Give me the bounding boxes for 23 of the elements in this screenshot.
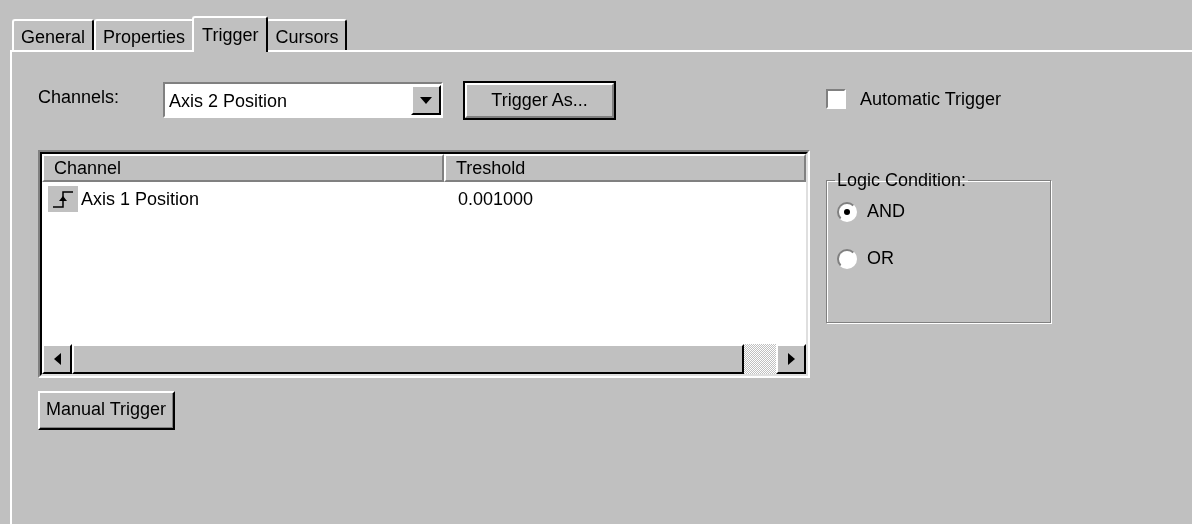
checkbox-label[interactable]: Automatic Trigger: [860, 85, 1002, 113]
radio-button[interactable]: [837, 248, 857, 269]
tab[interactable]: General: [12, 19, 95, 50]
rising-edge-icon: [48, 186, 78, 212]
scroll-left-icon[interactable]: [42, 344, 72, 374]
tab[interactable]: Properties: [94, 19, 195, 50]
tab[interactable]: Cursors: [266, 19, 348, 50]
manual-trigger-button[interactable]: Manual Trigger: [38, 391, 176, 430]
radio-label[interactable]: OR: [867, 245, 894, 272]
channels-dropdown[interactable]: Axis 2 Position: [163, 82, 443, 118]
table-cell: 0.001000: [458, 188, 534, 209]
checkbox[interactable]: [826, 89, 846, 109]
table-cell-text: Axis 1 Position: [81, 187, 200, 211]
radio-label[interactable]: AND: [867, 198, 905, 225]
radio-button[interactable]: [837, 201, 857, 222]
field-label: Channels:: [38, 85, 121, 109]
trigger-as-button[interactable]: Trigger As...: [463, 80, 616, 120]
scroll-right-icon[interactable]: [776, 344, 806, 374]
column-header[interactable]: Treshold: [444, 154, 806, 182]
scrollbar-thumb[interactable]: [72, 344, 744, 374]
tab[interactable]: Trigger: [192, 16, 269, 52]
column-header[interactable]: Channel: [42, 154, 444, 182]
group-title: Logic Condition:: [836, 170, 968, 190]
